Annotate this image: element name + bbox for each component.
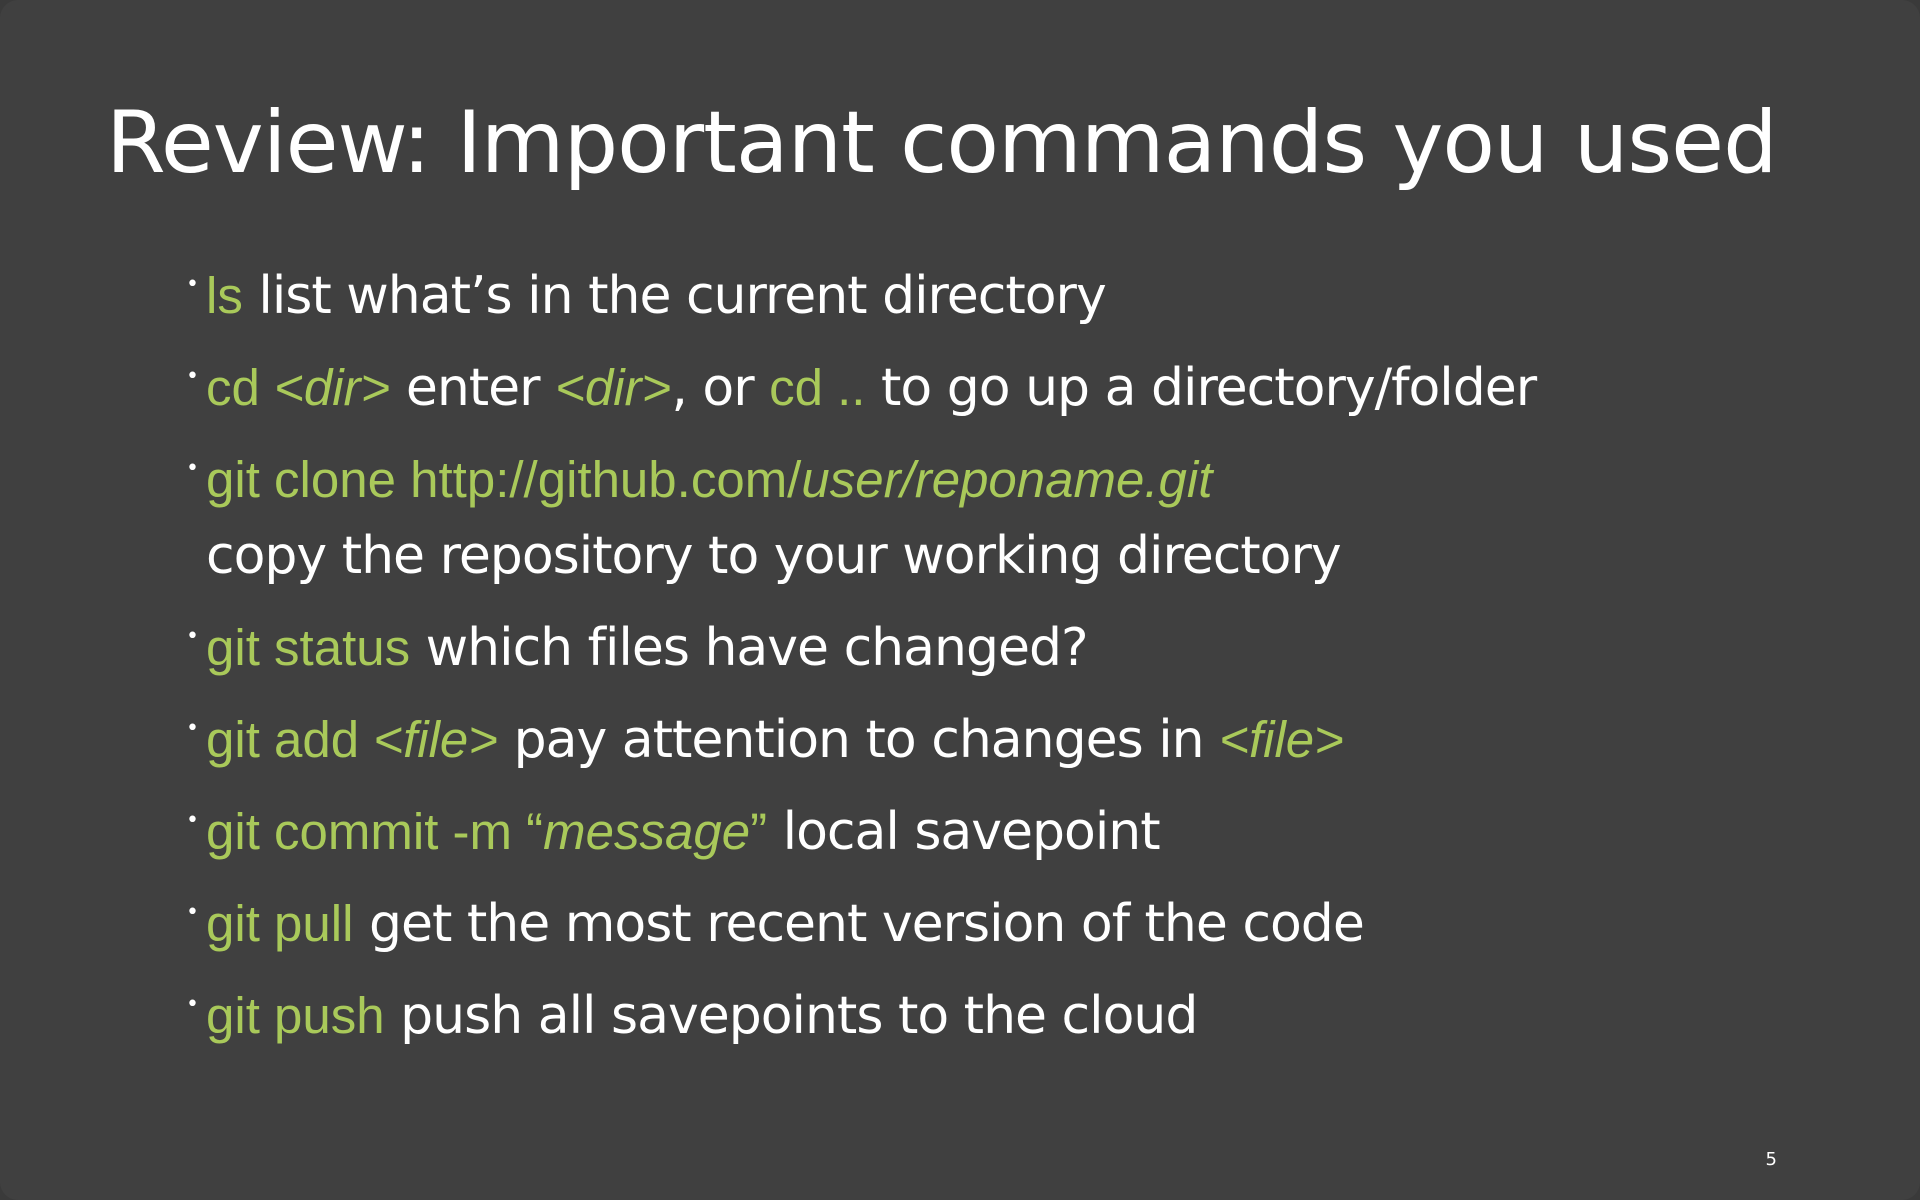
command-text: ls [206, 267, 243, 324]
description-text: get the most recent version of the code [353, 894, 1365, 954]
description-text: list what’s in the current directory [242, 266, 1106, 326]
command-argument: user/reponame.git [801, 451, 1213, 508]
list-item-git-pull: • git pull get the most recent version of… [186, 886, 1806, 962]
description-text: copy the repository to your working dire… [206, 526, 1342, 586]
list-item-git-clone: • git clone http://github.com/user/repona… [186, 442, 1806, 594]
list-item-git-push: • git push push all savepoints to the clo… [186, 978, 1806, 1054]
command-list: • ls list what’s in the current directory… [186, 258, 1806, 1070]
command-text: cd [206, 359, 275, 416]
command-argument: <dir> [555, 359, 672, 416]
command-argument: message [543, 803, 751, 860]
command-text: git push [206, 987, 385, 1044]
list-item-cd: • cd <dir> enter <dir>, or cd .. to go up… [186, 350, 1806, 426]
command-text: cd .. [769, 359, 866, 416]
bullet-icon: • [186, 900, 199, 925]
slide-number: 5 [1765, 1149, 1777, 1170]
bullet-icon: • [186, 456, 199, 481]
bullet-icon: • [186, 272, 199, 297]
description-text: push all savepoints to the cloud [384, 986, 1198, 1046]
command-argument: <file> [1219, 711, 1344, 768]
bullet-icon: • [186, 808, 199, 833]
slide-title: Review: Important commands you used [106, 93, 1778, 193]
command-text: git commit -m “ [206, 803, 544, 860]
command-argument: <file> [373, 711, 499, 768]
list-item-ls: • ls list what’s in the current directory [186, 258, 1806, 334]
description-text: to go up a directory/folder [865, 358, 1537, 418]
bullet-icon: • [186, 364, 199, 389]
list-item-git-status: • git status which files have changed? [186, 610, 1806, 686]
command-text: git add [206, 711, 374, 768]
description-text: which files have changed? [410, 618, 1089, 678]
command-argument: <dir> [274, 359, 391, 416]
list-item-git-add: • git add <file> pay attention to changes… [186, 702, 1806, 778]
description-text: enter [390, 358, 556, 418]
command-text: git pull [206, 895, 354, 952]
description-text: pay attention to changes in [498, 710, 1220, 770]
command-text: ” [750, 803, 768, 860]
slide: Review: Important commands you used • ls … [0, 0, 1920, 1200]
bullet-icon: • [186, 716, 199, 741]
command-text: git status [206, 619, 411, 676]
bullet-icon: • [186, 624, 199, 649]
bullet-icon: • [186, 992, 199, 1017]
list-item-git-commit: • git commit -m “message” local savepoint [186, 794, 1806, 870]
description-text: , or [671, 358, 770, 418]
description-text: local savepoint [767, 802, 1161, 862]
command-text: git clone http://github.com/ [206, 451, 802, 508]
